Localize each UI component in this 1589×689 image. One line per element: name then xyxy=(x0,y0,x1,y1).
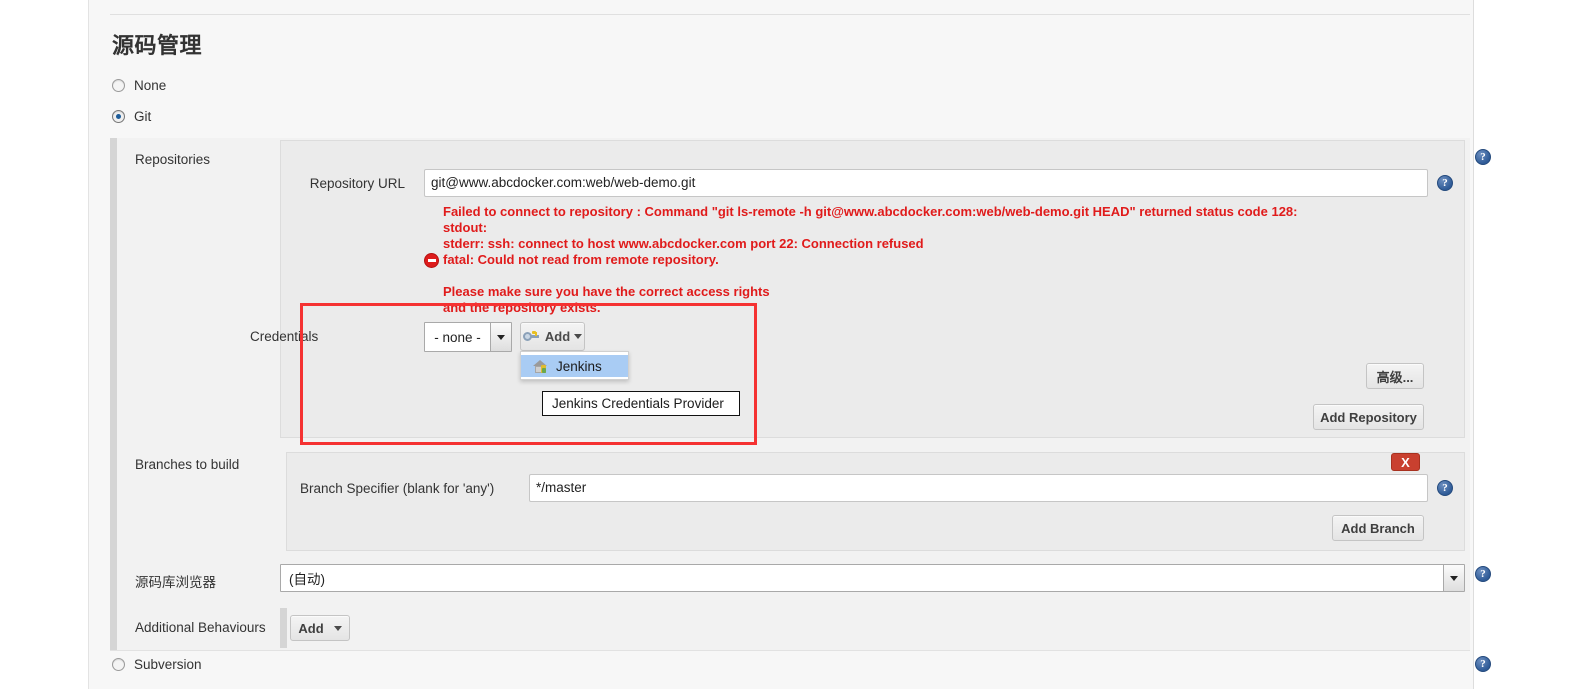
error-circle-icon xyxy=(424,253,439,268)
scm-option-subversion[interactable]: Subversion xyxy=(112,657,202,672)
repositories-help-icon[interactable]: ? xyxy=(1475,149,1491,165)
error-line-5 xyxy=(443,268,1433,284)
add-behaviour-button-label: Add xyxy=(298,620,324,636)
additional-behaviours-label: Additional Behaviours xyxy=(135,620,266,635)
repo-browser-select-value: (自动) xyxy=(289,572,325,587)
right-gutter xyxy=(1473,0,1589,689)
add-credentials-button[interactable]: Add xyxy=(520,322,585,351)
error-line-3: stderr: ssh: connect to host www.abcdock… xyxy=(443,236,924,251)
delete-branch-button[interactable]: X xyxy=(1391,453,1420,471)
credentials-provider-tooltip: Jenkins Credentials Provider xyxy=(542,391,740,416)
chevron-down-icon[interactable] xyxy=(490,323,511,351)
error-line-6: Please make sure you have the correct ac… xyxy=(443,284,770,299)
radio-subversion[interactable] xyxy=(112,658,125,671)
scm-configuration-page: 源码管理 None Git Repositories ? Repository … xyxy=(0,0,1589,689)
scm-option-git[interactable]: Git xyxy=(112,109,151,124)
error-line-7: and the repository exists. xyxy=(443,300,601,315)
repository-error-message: Failed to connect to repository : Comman… xyxy=(443,204,1433,316)
error-line-4: fatal: Could not read from remote reposi… xyxy=(443,252,719,267)
repository-url-label: Repository URL xyxy=(309,176,405,191)
section-divider xyxy=(110,650,1470,651)
menu-item-jenkins[interactable]: Jenkins xyxy=(521,355,628,377)
repo-browser-select[interactable]: (自动) xyxy=(280,564,1465,592)
branches-section-label: Branches to build xyxy=(135,457,240,472)
add-behaviour-button[interactable]: Add xyxy=(290,615,350,641)
scm-option-git-label: Git xyxy=(134,109,152,124)
branch-specifier-label: Branch Specifier (blank for 'any') xyxy=(300,481,495,496)
scm-option-subversion-label: Subversion xyxy=(134,657,202,672)
radio-git[interactable] xyxy=(112,110,125,123)
additional-behaviours-rail xyxy=(280,608,288,648)
repositories-section-label: Repositories xyxy=(135,152,211,167)
add-credentials-button-label: Add xyxy=(544,329,571,344)
repository-url-help-icon[interactable]: ? xyxy=(1437,175,1453,191)
branch-specifier-input[interactable] xyxy=(529,474,1428,502)
caret-down-icon-behaviour xyxy=(333,625,342,631)
repo-browser-label: 源码库浏览器 xyxy=(135,575,216,590)
error-line-2: stdout: xyxy=(443,220,488,235)
page-title: 源码管理 xyxy=(112,33,203,58)
subversion-help-icon[interactable]: ? xyxy=(1475,656,1491,672)
scm-option-none-label: None xyxy=(134,78,167,93)
add-repository-button[interactable]: Add Repository xyxy=(1313,404,1424,430)
left-gutter xyxy=(0,0,88,689)
repo-browser-help-icon[interactable]: ? xyxy=(1475,566,1491,582)
menu-item-jenkins-label: Jenkins xyxy=(556,358,602,374)
repository-url-input[interactable] xyxy=(424,169,1428,197)
credentials-select[interactable]: - none - xyxy=(424,322,512,352)
top-divider xyxy=(110,14,1470,15)
credentials-label: Credentials xyxy=(250,329,319,344)
error-line-1: Failed to connect to repository : Comman… xyxy=(443,204,1298,219)
caret-down-icon xyxy=(574,334,583,339)
radio-none[interactable] xyxy=(112,79,125,92)
chevron-down-icon-browser[interactable] xyxy=(1443,565,1464,591)
credentials-provider-menu[interactable]: Jenkins xyxy=(520,351,629,380)
scm-option-none[interactable]: None xyxy=(112,78,166,93)
advanced-button[interactable]: 高级... xyxy=(1366,363,1424,389)
jenkins-house-icon xyxy=(533,359,548,373)
add-branch-button[interactable]: Add Branch xyxy=(1332,515,1424,541)
key-icon xyxy=(522,331,539,342)
credentials-select-value: - none - xyxy=(434,329,481,345)
branch-specifier-help-icon[interactable]: ? xyxy=(1437,480,1453,496)
